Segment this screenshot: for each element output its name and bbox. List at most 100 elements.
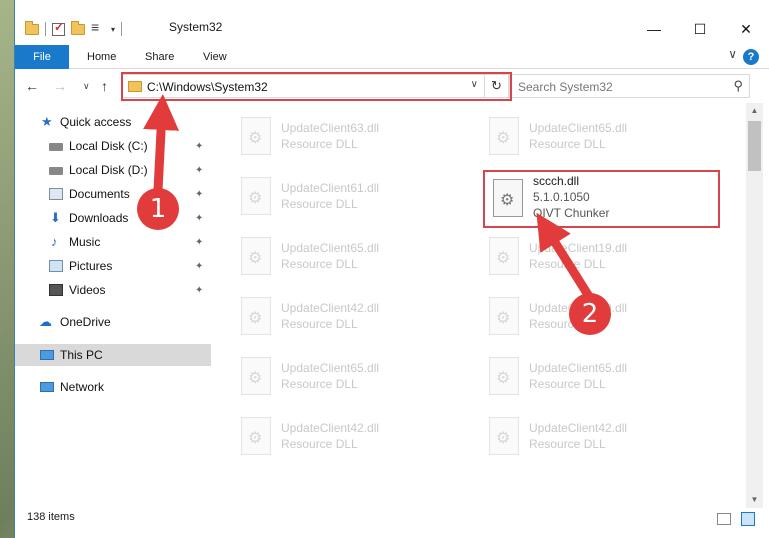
dll-file-icon [241,297,271,335]
sidebar-item-pictures[interactable]: Pictures ✦ [15,255,211,277]
large-icons-view-icon[interactable] [741,512,755,526]
pin-icon[interactable]: ✦ [195,141,203,152]
file-description: Resource DLL [281,257,358,271]
sidebar-item-downloads[interactable]: ⬇ Downloads ✦ [15,207,211,229]
new-folder-icon[interactable] [71,20,85,35]
sidebar-item-documents[interactable]: Documents ✦ [15,183,211,205]
pin-icon[interactable]: ✦ [195,213,203,224]
expand-ribbon-icon[interactable]: ∨ [728,47,737,61]
sidebar-item-label: Network [60,380,105,394]
scroll-down-icon[interactable]: ▼ [746,492,763,508]
pin-icon[interactable]: ✦ [195,165,203,176]
disk-icon [49,143,63,151]
search-placeholder: Search System32 [518,80,613,94]
properties-check-icon[interactable] [52,20,65,36]
dll-file-icon [489,417,519,455]
tab-file[interactable]: File [15,45,69,69]
window-controls: — ☐ ✕ [631,14,769,44]
sidebar-item-local-disk-d[interactable]: Local Disk (D:) ✦ [15,159,211,181]
toolbar-divider [121,22,123,36]
file-item[interactable]: UpdateClient42.dll Resource DLL [233,411,463,459]
dll-file-icon [241,117,271,155]
search-icon[interactable]: ⚲ [733,78,743,94]
step-marker-2: 2 [569,293,611,335]
customize-icon[interactable] [91,19,105,35]
pin-icon[interactable]: ✦ [195,189,203,200]
sidebar-item-label: Pictures [69,259,113,273]
tab-view[interactable]: View [203,45,227,69]
back-button[interactable]: ← [25,78,39,94]
sidebar-item-label: Documents [69,187,130,201]
dll-file-icon [241,177,271,215]
title-bar: ▾ System32 — ☐ ✕ [15,0,769,45]
dll-file-icon [489,117,519,155]
toolbar-divider [45,22,46,36]
downloads-icon: ⬇ [50,210,61,225]
dll-file-icon [489,237,519,275]
file-item[interactable]: UpdateClient65.dll Resource DLL [233,231,463,279]
window-title: System32 [169,20,223,34]
sidebar-item-label: Quick access [60,115,132,129]
quick-access-toolbar: ▾ [25,19,123,39]
address-bar-highlight [121,72,512,101]
help-icon[interactable]: ? [743,49,759,65]
sidebar-item-label: OneDrive [60,315,111,329]
star-icon: ★ [41,114,53,129]
sidebar-item-local-disk-c[interactable]: Local Disk (C:) ✦ [15,135,211,157]
sidebar-item-label: Downloads [69,211,129,225]
sidebar-item-network[interactable]: Network [15,376,211,398]
pc-icon [40,350,54,360]
chevron-down-icon[interactable]: ▾ [111,25,115,34]
file-explorer-window: ▾ System32 — ☐ ✕ File Home Share View ∨ … [14,0,769,538]
close-button[interactable]: ✕ [723,14,769,44]
forward-button[interactable]: → [53,78,67,94]
file-name: UpdateClient65.dll [529,121,628,135]
sidebar-item-onedrive[interactable]: ☁ OneDrive [15,311,211,333]
music-icon: ♪ [51,234,58,249]
maximize-button[interactable]: ☐ [677,14,723,44]
folder-icon [25,20,39,35]
recent-locations-button[interactable]: ∨ [83,81,90,92]
dll-file-icon [241,237,271,275]
file-description: Resource DLL [281,137,358,151]
scrollbar-thumb[interactable] [748,121,761,171]
file-description: Resource DLL [529,137,606,151]
vertical-scrollbar[interactable]: ▲ ▼ [746,103,763,508]
file-name: UpdateClient61.dll [281,181,380,195]
file-item[interactable]: UpdateClient63.dll Resource DLL [233,111,463,159]
pin-icon[interactable]: ✦ [195,285,203,296]
sidebar-item-videos[interactable]: Videos ✦ [15,279,211,301]
file-highlight [483,170,720,228]
sidebar-item-this-pc[interactable]: This PC [15,344,211,366]
file-name: UpdateClient63.dll [281,121,380,135]
file-item[interactable]: UpdateClient42.dll Resource DLL [481,411,711,459]
sidebar-item-music[interactable]: ♪ Music ✦ [15,231,211,253]
tab-home[interactable]: Home [87,45,116,69]
file-name: UpdateClient42.dll [281,421,380,435]
minimize-button[interactable]: — [631,14,677,44]
file-description: Resource DLL [529,377,606,391]
pin-icon[interactable]: ✦ [195,261,203,272]
up-button[interactable]: ↑ [101,78,108,94]
file-item[interactable]: UpdateClient61.dll Resource DLL [233,171,463,219]
details-view-icon[interactable] [717,513,731,525]
file-item[interactable]: UpdateClient19.dll Resource DLL [481,231,711,279]
search-input[interactable]: Search System32 ⚲ [509,74,750,98]
tab-share[interactable]: Share [145,45,174,69]
file-name: UpdateClient42.dll [529,421,628,435]
file-description: Resource DLL [281,377,358,391]
file-item[interactable]: UpdateClient65.dll Resource DLL [233,351,463,399]
file-item[interactable]: UpdateClient65.dll Resource DLL [481,111,711,159]
scroll-up-icon[interactable]: ▲ [746,103,763,119]
documents-icon [49,188,63,200]
file-item[interactable]: UpdateClient42.dll Resource DLL [233,291,463,339]
sidebar-item-label: Videos [69,283,106,297]
pin-icon[interactable]: ✦ [195,237,203,248]
file-item[interactable]: UpdateClient65.dll Resource DLL [481,351,711,399]
file-list: UpdateClient63.dll Resource DLL UpdateCl… [213,103,744,508]
dll-file-icon [241,357,271,395]
file-description: Resource DLL [281,437,358,451]
pictures-icon [49,260,63,272]
sidebar-item-quick-access[interactable]: ★ Quick access [15,111,211,133]
item-count: 138 items [27,511,75,523]
